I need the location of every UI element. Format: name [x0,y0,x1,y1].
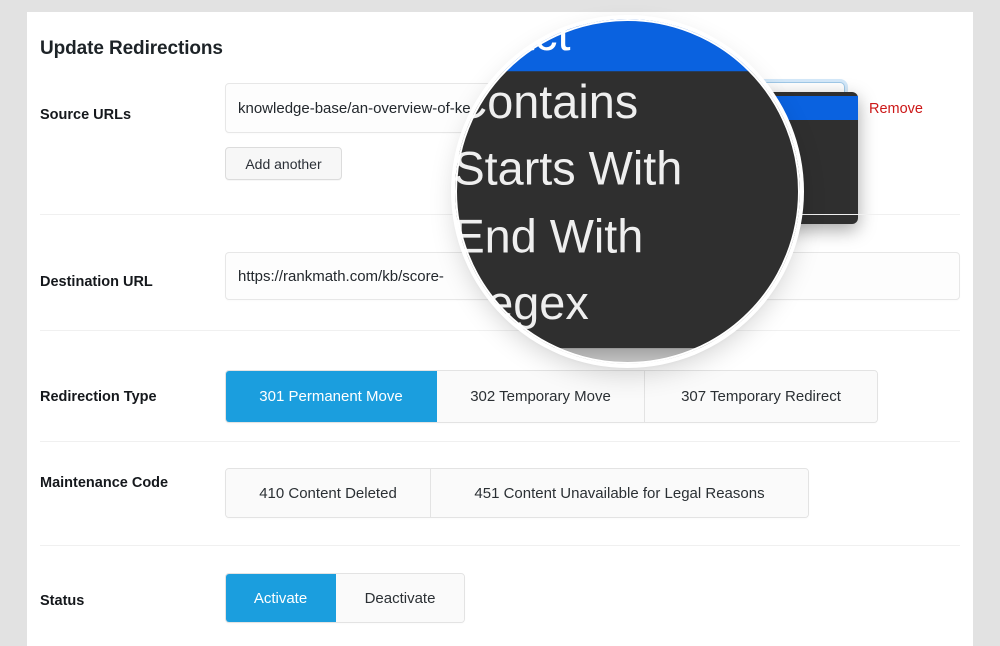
lens-matcher-dropdown[interactable]: ✓ Exact Contains Starts With End With Re… [455,19,800,347]
status-option-activate[interactable]: Activate [226,574,336,622]
dropdown-option-label: Exact [455,19,571,64]
status-group: Activate Deactivate [225,573,465,623]
maintenance-code-option-410[interactable]: 410 Content Deleted [226,469,431,517]
status-option-deactivate[interactable]: Deactivate [336,574,464,622]
screenshot-root: Update Redirections Source URLs knowledg… [0,0,1000,646]
add-another-button[interactable]: Add another [225,147,342,180]
divider-3 [40,441,960,442]
redirection-type-option-302[interactable]: 302 Temporary Move [437,371,645,422]
dropdown-option-contains[interactable]: Contains [455,70,800,137]
source-urls-label: Source URLs [40,107,131,123]
destination-url-label: Destination URL [40,274,153,290]
maintenance-code-label: Maintenance Code [40,475,168,491]
dropdown-option-label: Starts With [455,144,682,199]
redirection-type-label: Redirection Type [40,389,157,405]
remove-source-url-link[interactable]: Remove [869,101,923,117]
maintenance-code-group: 410 Content Deleted 451 Content Unavaila… [225,468,809,518]
redirection-type-option-307[interactable]: 307 Temporary Redirect [645,371,877,422]
redirection-type-group: 301 Permanent Move 302 Temporary Move 30… [225,370,878,423]
dropdown-option-exact[interactable]: ✓ Exact [455,19,800,70]
page-title: Update Redirections [40,38,223,60]
redirection-type-option-301[interactable]: 301 Permanent Move [226,371,437,422]
dropdown-option-starts-with[interactable]: Starts With [455,138,800,205]
divider-4 [40,545,960,546]
magnifier-lens-content: w-of-ke ore- te/ ✓ Exact Contains Starts… [455,19,800,364]
dropdown-option-label: Regex [455,278,589,333]
maintenance-code-option-451[interactable]: 451 Content Unavailable for Legal Reason… [431,469,808,517]
dropdown-option-label: Contains [455,77,638,132]
dropdown-option-end-with[interactable]: End With [455,205,800,272]
dropdown-option-label: End With [455,211,643,266]
magnifier-lens: w-of-ke ore- te/ ✓ Exact Contains Starts… [455,19,800,364]
status-label: Status [40,593,84,609]
dropdown-option-regex[interactable]: Regex [455,272,800,339]
